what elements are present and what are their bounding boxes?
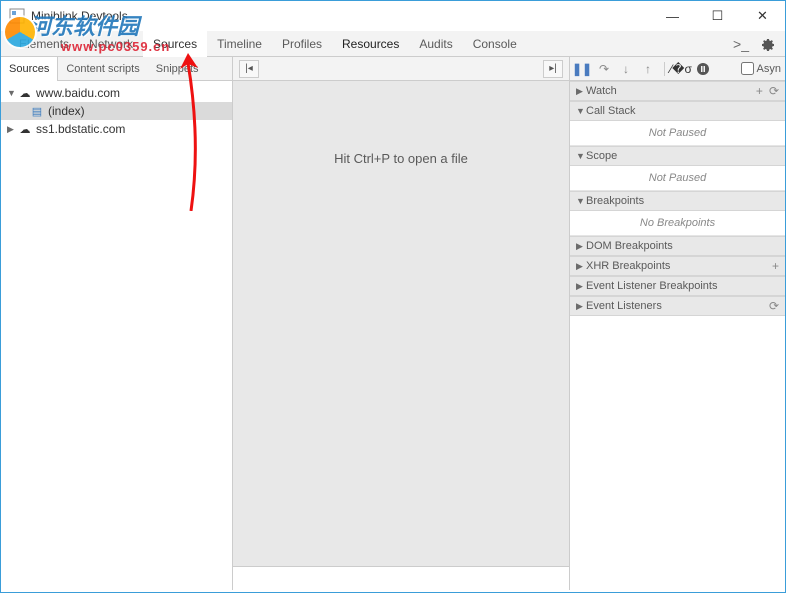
workarea: Sources Content scripts Snippets ▼ ☁ www… [1, 57, 785, 590]
tab-network[interactable]: Network [79, 31, 143, 57]
section-title: Scope [586, 150, 617, 162]
add-icon[interactable]: + [772, 259, 779, 273]
pause-icon[interactable]: ❚❚ [574, 61, 590, 77]
section-title: Breakpoints [586, 195, 644, 207]
subtab-snippets[interactable]: Snippets [148, 57, 207, 81]
section-scope-header[interactable]: ▼ Scope [570, 146, 785, 166]
refresh-icon[interactable]: ⟳ [769, 84, 779, 98]
document-icon: ▤ [29, 104, 45, 118]
editor-placeholder: Hit Ctrl+P to open a file [334, 151, 468, 166]
section-title: Event Listeners [586, 300, 662, 312]
async-label: Asyn [757, 63, 781, 75]
tab-audits[interactable]: Audits [409, 31, 462, 57]
tab-console[interactable]: Console [463, 31, 527, 57]
section-event-listener-bp-header[interactable]: ▶ Event Listener Breakpoints [570, 276, 785, 296]
sources-subtabs: Sources Content scripts Snippets [1, 57, 232, 81]
section-dom-breakpoints-header[interactable]: ▶ DOM Breakpoints [570, 236, 785, 256]
section-breakpoints-header[interactable]: ▼ Breakpoints [570, 191, 785, 211]
app-icon [9, 8, 25, 24]
callstack-body: Not Paused [570, 121, 785, 146]
scope-body: Not Paused [570, 166, 785, 191]
window-title: Miniblink Devtools [31, 9, 650, 23]
section-event-listeners-header[interactable]: ▶ Event Listeners ⟳ [570, 296, 785, 316]
chevron-down-icon: ▼ [7, 88, 17, 98]
separator [664, 62, 665, 76]
tree-label: ss1.bdstatic.com [36, 122, 125, 136]
history-forward-button[interactable]: ▸| [543, 60, 563, 78]
chevron-down-icon: ▼ [576, 196, 586, 206]
section-title: DOM Breakpoints [586, 240, 673, 252]
close-button[interactable]: ✕ [740, 1, 785, 31]
subtab-sources[interactable]: Sources [1, 57, 58, 81]
chevron-right-icon: ▶ [576, 261, 586, 272]
toolbar-right: >_ [733, 36, 785, 52]
step-over-icon[interactable]: ↷ [596, 61, 612, 77]
devtools-tabs: Elements Network Sources Timeline Profil… [1, 31, 785, 57]
section-title: Watch [586, 85, 617, 97]
editor-statusbar [233, 566, 569, 590]
editor-body[interactable]: Hit Ctrl+P to open a file [233, 81, 569, 566]
settings-gear-icon[interactable] [759, 36, 775, 52]
cloud-icon: ☁ [17, 122, 33, 136]
drawer-toggle-icon[interactable]: >_ [733, 36, 749, 52]
tree-label: www.baidu.com [36, 86, 120, 100]
chevron-right-icon: ▶ [576, 301, 586, 312]
chevron-right-icon: ▶ [576, 241, 586, 252]
tree-label: (index) [48, 104, 85, 118]
tree-domain-baidu[interactable]: ▼ ☁ www.baidu.com [1, 84, 232, 102]
tab-timeline[interactable]: Timeline [207, 31, 272, 57]
section-callstack-header[interactable]: ▼ Call Stack [570, 101, 785, 121]
deactivate-breakpoints-icon[interactable]: ⁄�σ [673, 61, 689, 77]
editor-panel: |◂ ▸| Hit Ctrl+P to open a file [233, 57, 570, 590]
section-title: Call Stack [586, 105, 636, 117]
tab-elements[interactable]: Elements [9, 31, 79, 57]
chevron-down-icon: ▼ [576, 106, 586, 116]
async-checkbox-input[interactable] [741, 62, 754, 75]
refresh-icon[interactable]: ⟳ [769, 299, 779, 313]
async-checkbox[interactable]: Asyn [741, 62, 781, 75]
add-icon[interactable]: + [756, 84, 763, 98]
titlebar: Miniblink Devtools — ☐ ✕ [1, 1, 785, 31]
minimize-button[interactable]: — [650, 1, 695, 31]
tree-file-index[interactable]: ▤ (index) [1, 102, 232, 120]
section-title: XHR Breakpoints [586, 260, 670, 272]
file-tree: ▼ ☁ www.baidu.com ▤ (index) ▶ ☁ ss1.bdst… [1, 81, 232, 590]
section-title: Event Listener Breakpoints [586, 280, 717, 292]
step-into-icon[interactable]: ↓ [618, 61, 634, 77]
history-back-button[interactable]: |◂ [239, 60, 259, 78]
subtab-content-scripts[interactable]: Content scripts [58, 57, 147, 81]
tab-sources[interactable]: Sources [143, 31, 207, 57]
pause-on-exceptions-icon[interactable] [695, 61, 711, 77]
chevron-right-icon: ▶ [576, 281, 586, 292]
chevron-right-icon: ▶ [7, 124, 17, 135]
cloud-icon: ☁ [17, 86, 33, 100]
editor-tabbar: |◂ ▸| [233, 57, 569, 81]
window-buttons: — ☐ ✕ [650, 1, 785, 31]
tab-profiles[interactable]: Profiles [272, 31, 332, 57]
chevron-right-icon: ▶ [576, 86, 586, 97]
section-watch-header[interactable]: ▶ Watch + ⟳ [570, 81, 785, 101]
tree-domain-ss1[interactable]: ▶ ☁ ss1.bdstatic.com [1, 120, 232, 138]
breakpoints-body: No Breakpoints [570, 211, 785, 236]
section-xhr-breakpoints-header[interactable]: ▶ XHR Breakpoints + [570, 256, 785, 276]
tab-resources[interactable]: Resources [332, 31, 409, 57]
sources-sidebar: Sources Content scripts Snippets ▼ ☁ www… [1, 57, 233, 590]
step-out-icon[interactable]: ↑ [640, 61, 656, 77]
chevron-down-icon: ▼ [576, 151, 586, 161]
debugger-panel: ❚❚ ↷ ↓ ↑ ⁄�σ Asyn ▶ Watch + ⟳ ▼ Call St [570, 57, 785, 590]
maximize-button[interactable]: ☐ [695, 1, 740, 31]
watch-actions: + ⟳ [756, 84, 779, 98]
debugger-toolbar: ❚❚ ↷ ↓ ↑ ⁄�σ Asyn [570, 57, 785, 81]
